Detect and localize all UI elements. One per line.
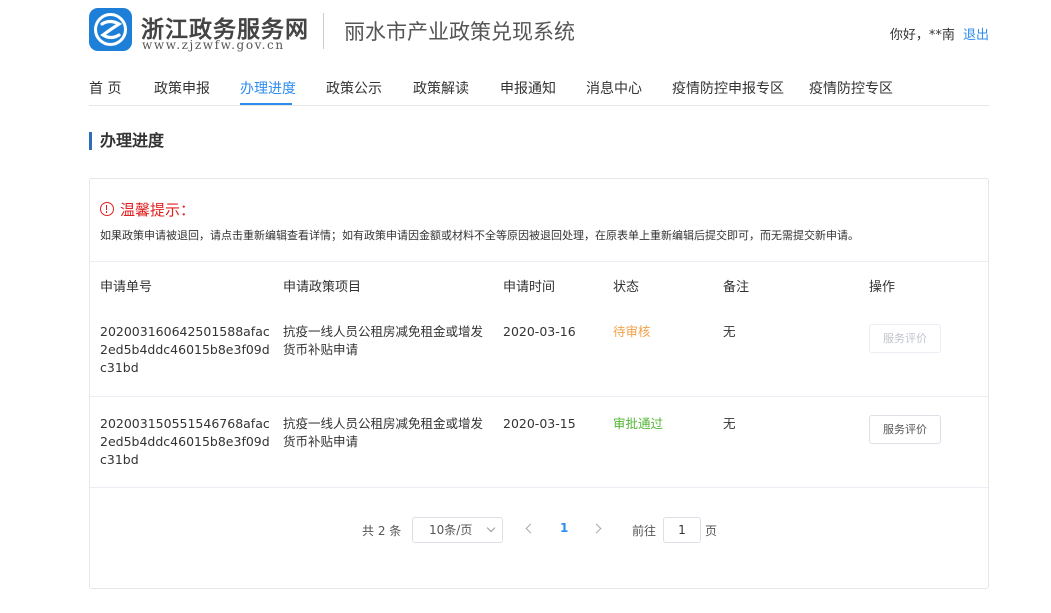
application-id: 202003160642501588afac2ed5b4ddc46015b8e3… (100, 324, 270, 375)
header: 浙江政务服务网 www.zjzwfw.gov.cn 丽水市产业政策兑现系统 你好… (89, 8, 989, 54)
status-badge: 审批通过 (613, 416, 664, 431)
page-title: 办理进度 (89, 132, 164, 150)
application-id: 202003150551546768afac2ed5b4ddc46015b8e3… (100, 416, 270, 467)
main-nav: 首 页 政策申报 办理进度 政策公示 政策解读 申报通知 消息中心 疫情防控申报… (89, 72, 989, 106)
notice-title-text: 温馨提示： (120, 201, 196, 219)
status-badge: 待审核 (613, 324, 651, 339)
row-divider (90, 487, 988, 488)
chevron-down-icon (486, 523, 496, 533)
service-evaluation-button[interactable]: 服务评价 (869, 324, 941, 353)
warning-icon (100, 202, 114, 216)
logout-link[interactable]: 退出 (963, 28, 989, 43)
nav-policy-interpretation[interactable]: 政策解读 (413, 78, 469, 98)
column-header-remark: 备注 (723, 280, 750, 295)
nav-policy-publicity[interactable]: 政策公示 (326, 78, 382, 98)
current-page[interactable]: 1 (560, 521, 568, 535)
pagination: 共 2 条 10条/页 1 前往 1 页 (90, 517, 988, 543)
policy-project: 抗疫一线人员公租房减免租金或增发货币补贴申请 (283, 416, 484, 449)
service-evaluation-button[interactable]: 服务评价 (869, 415, 941, 444)
nav-message-center[interactable]: 消息中心 (586, 78, 642, 98)
nav-epidemic-apply-zone[interactable]: 疫情防控申报专区 (672, 78, 784, 98)
page-size-select[interactable]: 10条/页 (412, 517, 503, 543)
header-divider (323, 13, 324, 49)
prev-page-icon[interactable] (525, 523, 536, 534)
goto-page-input[interactable]: 1 (663, 517, 701, 543)
user-greeting: 你好，**南 (889, 28, 955, 43)
page: 浙江政务服务网 www.zjzwfw.gov.cn 丽水市产业政策兑现系统 你好… (0, 0, 1051, 613)
nav-epidemic-zone[interactable]: 疫情防控专区 (809, 78, 893, 98)
nav-progress[interactable]: 办理进度 (240, 78, 296, 98)
nav-active-underline (240, 103, 292, 105)
nav-apply-notice[interactable]: 申报通知 (500, 78, 556, 98)
page-size-value: 10条/页 (429, 523, 473, 537)
column-header-id: 申请单号 (100, 280, 153, 295)
column-header-project: 申请政策项目 (283, 280, 362, 295)
apply-date: 2020-03-16 (503, 324, 576, 339)
column-header-date: 申请时间 (503, 280, 556, 295)
remark: 无 (723, 324, 736, 339)
notice-text: 如果政策申请被退回，请点击重新编辑查看详情；如有政策申请因金额或材料不全等原因被… (100, 229, 859, 242)
divider (90, 261, 988, 262)
notice-title: 温馨提示： (100, 199, 195, 220)
row-divider (90, 396, 988, 397)
pagination-total: 共 2 条 (362, 524, 402, 538)
nav-policy-apply[interactable]: 政策申报 (154, 78, 210, 98)
logo-url: www.zjzwfw.gov.cn (142, 38, 285, 52)
column-header-status: 状态 (613, 280, 640, 295)
apply-date: 2020-03-15 (503, 416, 576, 431)
zjzwfw-logo-icon[interactable] (89, 8, 132, 51)
next-page-icon[interactable] (591, 523, 602, 534)
system-title: 丽水市产业政策兑现系统 (344, 20, 575, 44)
user-area: 你好，**南 退出 (890, 24, 989, 43)
nav-home[interactable]: 首 页 (89, 78, 121, 98)
column-header-action: 操作 (869, 280, 896, 295)
policy-project: 抗疫一线人员公租房减免租金或增发货币补贴申请 (283, 324, 484, 357)
progress-card: 温馨提示： 如果政策申请被退回，请点击重新编辑查看详情；如有政策申请因金额或材料… (89, 178, 989, 589)
remark: 无 (723, 416, 736, 431)
goto-label: 前往 (632, 524, 657, 538)
page-label: 页 (705, 524, 718, 538)
